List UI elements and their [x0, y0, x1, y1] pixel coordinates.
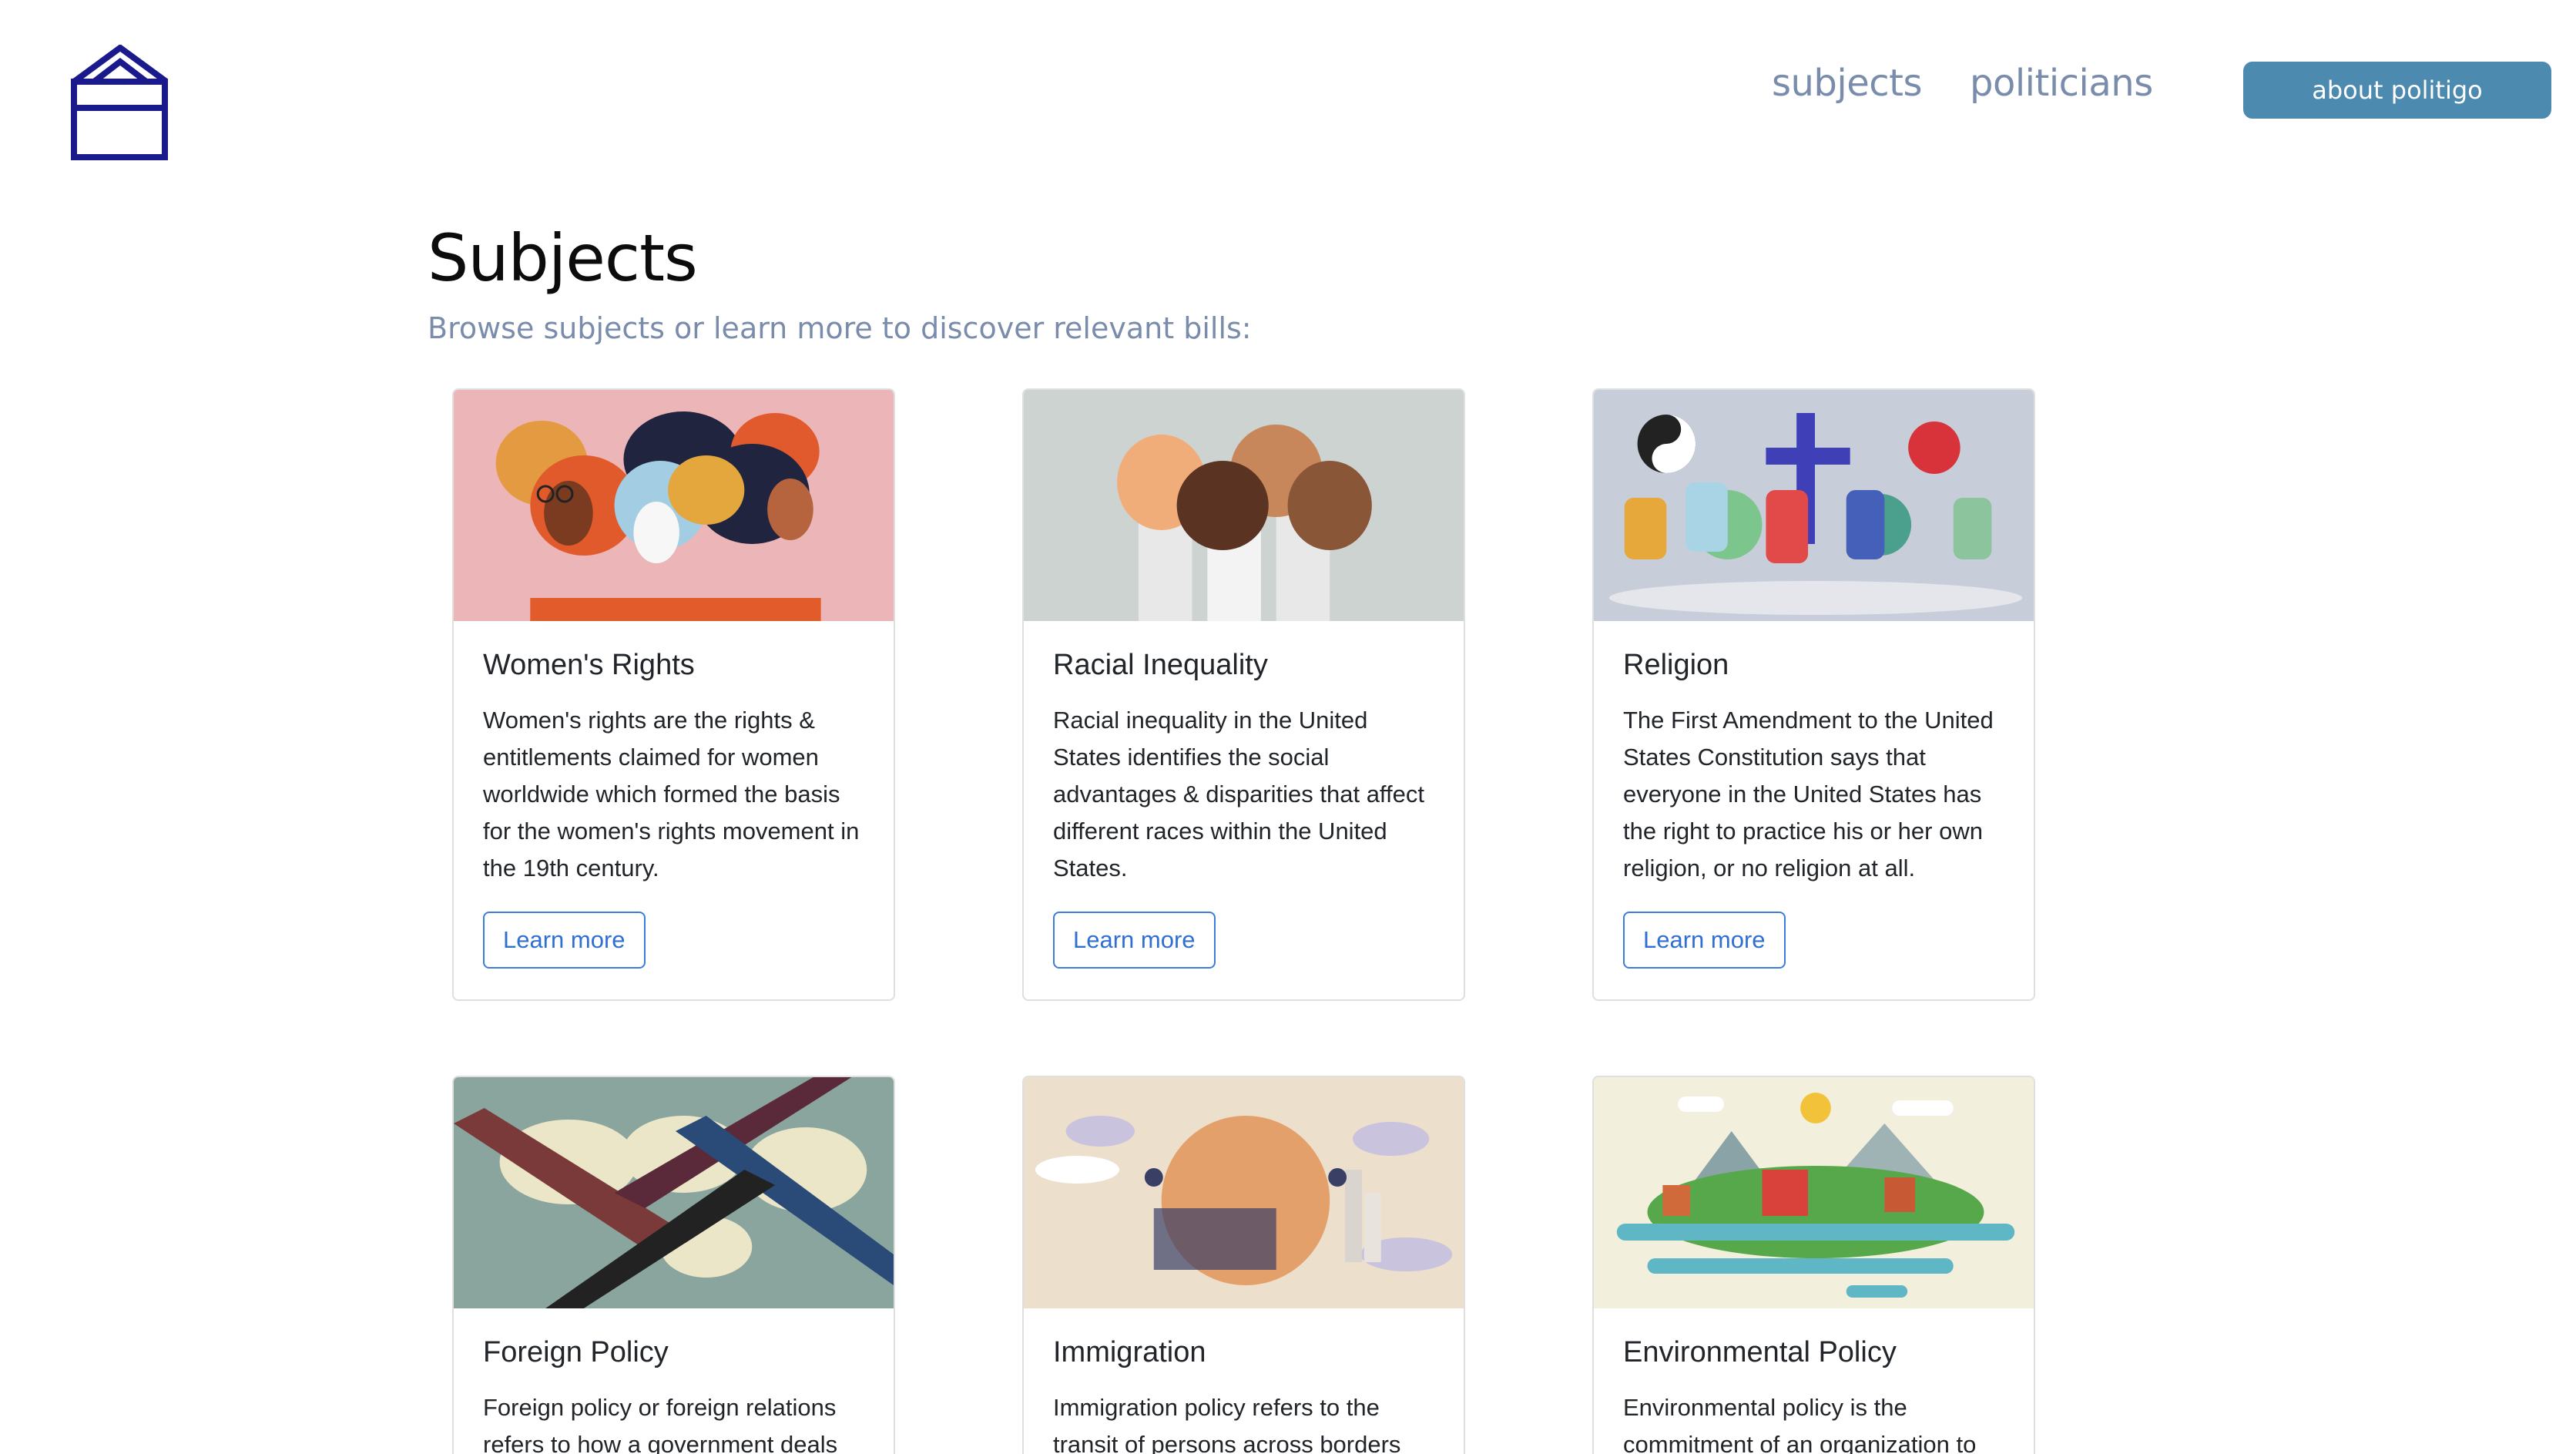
card-body: Religion The First Amendment to the Unit… [1594, 621, 2034, 999]
card-body: Immigration Immigration policy refers to… [1024, 1308, 1464, 1454]
subject-card-foreign-policy: Foreign Policy Foreign policy or foreign… [452, 1076, 895, 1454]
card-body: Foreign Policy Foreign policy or foreign… [454, 1308, 894, 1454]
card-title: Religion [1623, 649, 1729, 681]
primary-nav: subjects politicians [1772, 62, 2153, 105]
ballot-box-logo-icon[interactable] [71, 45, 169, 160]
card-text: Racial inequality in the United States i… [1053, 707, 1424, 881]
nav-link-subjects[interactable]: subjects [1772, 62, 1922, 105]
page-title: Subjects [428, 220, 698, 296]
learn-more-button[interactable]: Learn more [1623, 912, 1786, 969]
subject-card-environmental-policy: Environmental Policy Environmental polic… [1592, 1076, 2035, 1454]
card-title: Immigration [1053, 1336, 1206, 1368]
card-body: Environmental Policy Environmental polic… [1594, 1308, 2034, 1454]
about-button[interactable]: about politigo [2243, 62, 2551, 119]
religions-illustration [1594, 390, 2034, 621]
card-text: The First Amendment to the United States… [1623, 707, 1994, 881]
card-title: Racial Inequality [1053, 649, 1268, 681]
subject-card-immigration: Immigration Immigration policy refers to… [1022, 1076, 1465, 1454]
card-text: Immigration policy refers to the transit… [1053, 1394, 1401, 1454]
card-text: Foreign policy or foreign relations refe… [483, 1394, 838, 1454]
learn-more-button[interactable]: Learn more [483, 912, 646, 969]
subject-card-racial-inequality: Racial Inequality Racial inequality in t… [1022, 388, 1465, 1001]
card-title: Foreign Policy [483, 1336, 669, 1368]
womens-rights-illustration [454, 390, 894, 621]
immigration-illustration [1024, 1077, 1464, 1308]
page: subjects politicians about politigo Subj… [0, 0, 2576, 1454]
page-subtitle: Browse subjects or learn more to discove… [428, 311, 1252, 345]
card-body: Racial Inequality Racial inequality in t… [1024, 621, 1464, 999]
learn-more-button[interactable]: Learn more [1053, 912, 1216, 969]
nav-link-politicians[interactable]: politicians [1970, 62, 2153, 105]
card-title: Environmental Policy [1623, 1336, 1897, 1368]
subject-card-womens-rights: Women's Rights Women's rights are the ri… [452, 388, 895, 1001]
subject-card-religion: Religion The First Amendment to the Unit… [1592, 388, 2035, 1001]
environment-landscape-illustration [1594, 1077, 2034, 1308]
card-text: Environmental policy is the commitment o… [1623, 1394, 1977, 1454]
card-body: Women's Rights Women's rights are the ri… [454, 621, 894, 999]
card-text: Women's rights are the rights & entitlem… [483, 707, 860, 881]
raised-fists-illustration [1024, 390, 1464, 621]
handshakes-world-map-illustration [454, 1077, 894, 1308]
card-title: Women's Rights [483, 649, 695, 681]
